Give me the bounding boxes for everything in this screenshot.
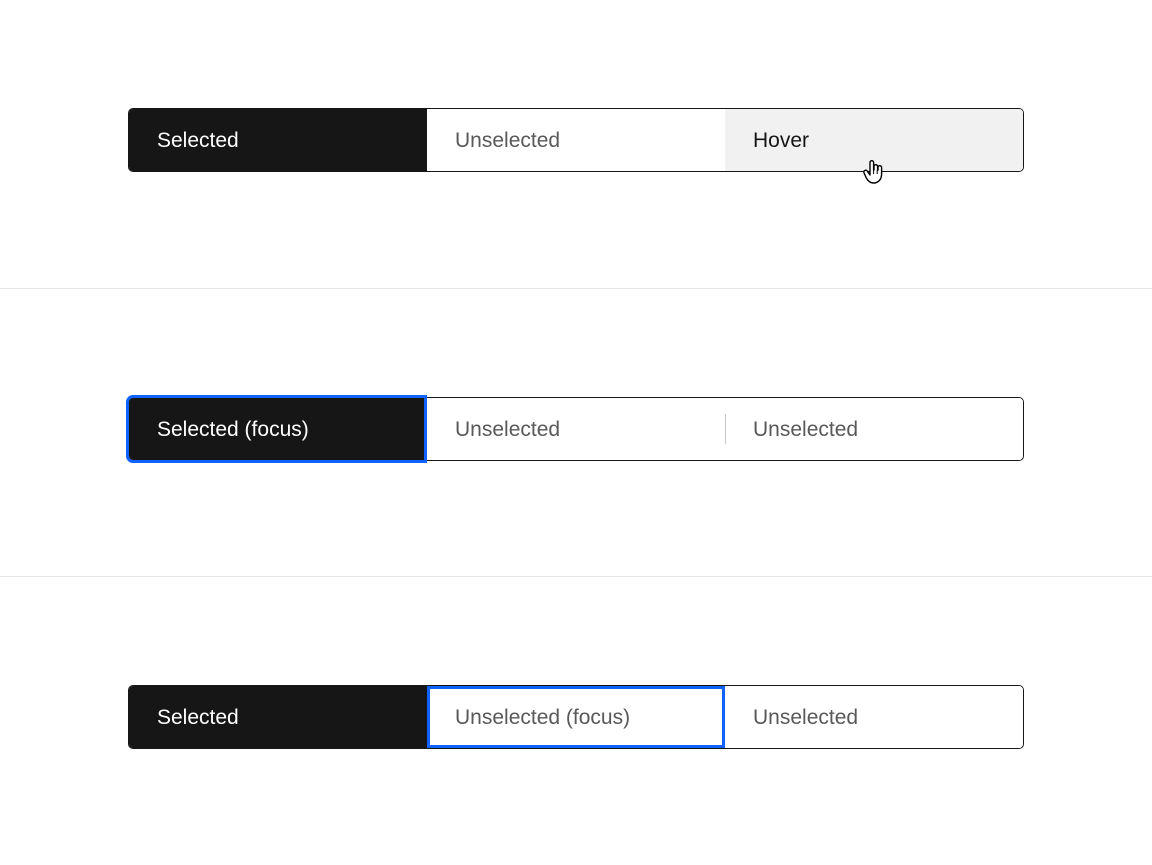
content-switcher-example-focus-unselected: Selected Unselected (focus) Unselected <box>0 576 1152 864</box>
segment-label: Unselected (focus) <box>455 707 630 728</box>
segment-hover[interactable]: Hover <box>725 109 1023 171</box>
segment-label: Unselected <box>455 419 560 440</box>
segment-unselected[interactable]: Unselected <box>725 686 1023 748</box>
content-switcher: Selected Unselected Hover <box>128 108 1024 172</box>
segment-unselected[interactable]: Unselected <box>427 398 725 460</box>
content-switcher-example-states: Selected Unselected Hover <box>0 0 1152 288</box>
segment-selected-focus[interactable]: Selected (focus) <box>129 398 427 460</box>
segment-selected[interactable]: Selected <box>129 686 427 748</box>
content-switcher-example-focus-selected: Selected (focus) Unselected Unselected <box>0 288 1152 576</box>
segment-unselected[interactable]: Unselected <box>427 109 725 171</box>
segment-label: Selected <box>157 130 239 151</box>
segment-divider <box>725 414 726 444</box>
content-switcher: Selected (focus) Unselected Unselected <box>128 397 1024 461</box>
segment-selected[interactable]: Selected <box>129 109 427 171</box>
segment-label: Unselected <box>455 130 560 151</box>
segment-label: Hover <box>753 130 809 151</box>
segment-label: Unselected <box>753 707 858 728</box>
segment-unselected[interactable]: Unselected <box>725 398 1023 460</box>
segment-label: Unselected <box>753 419 858 440</box>
segment-label: Selected (focus) <box>157 419 309 440</box>
segment-unselected-focus[interactable]: Unselected (focus) <box>427 686 725 748</box>
content-switcher: Selected Unselected (focus) Unselected <box>128 685 1024 749</box>
segment-label: Selected <box>157 707 239 728</box>
